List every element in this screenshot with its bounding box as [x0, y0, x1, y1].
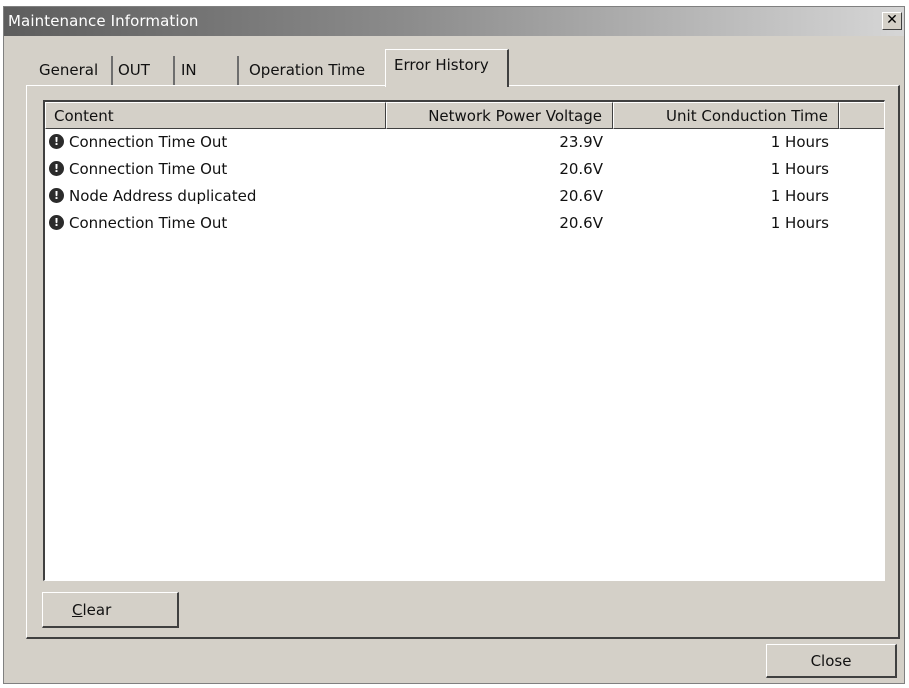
- row-voltage: 20.6V: [559, 187, 603, 205]
- window-title: Maintenance Information: [8, 12, 199, 30]
- table-row[interactable]: ! Node Address duplicated 20.6V 1 Hours: [45, 183, 884, 210]
- error-icon: !: [49, 188, 64, 203]
- error-icon: !: [49, 215, 64, 230]
- tab-error-history[interactable]: Error History: [385, 49, 509, 87]
- error-history-list[interactable]: Content Network Power Voltage Unit Condu…: [43, 100, 885, 581]
- row-conduction-time: 1 Hours: [770, 160, 829, 178]
- row-conduction-time: 1 Hours: [770, 214, 829, 232]
- row-content: Connection Time Out: [69, 214, 228, 232]
- tab-general[interactable]: General: [35, 56, 113, 86]
- maintenance-information-window: Maintenance Information ✕ General OUT IN…: [3, 6, 905, 684]
- clear-mnemonic: C: [72, 601, 83, 619]
- tab-in[interactable]: IN: [175, 56, 239, 86]
- close-button[interactable]: Close: [766, 644, 897, 678]
- column-header-unit-conduction-time[interactable]: Unit Conduction Time: [613, 102, 839, 129]
- error-history-panel: Content Network Power Voltage Unit Condu…: [26, 85, 900, 639]
- error-icon: !: [49, 161, 64, 176]
- list-rows: ! Connection Time Out 23.9V 1 Hours ! Co…: [45, 129, 884, 237]
- row-conduction-time: 1 Hours: [770, 133, 829, 151]
- list-header: Content Network Power Voltage Unit Condu…: [45, 102, 884, 129]
- title-bar[interactable]: Maintenance Information ✕: [4, 7, 904, 36]
- row-content: Connection Time Out: [69, 133, 228, 151]
- row-voltage: 20.6V: [559, 214, 603, 232]
- table-row[interactable]: ! Connection Time Out 23.9V 1 Hours: [45, 129, 884, 156]
- clear-button-label: Clear: [72, 601, 112, 619]
- column-header-filler: [839, 102, 884, 129]
- close-window-icon[interactable]: ✕: [882, 12, 902, 30]
- row-voltage: 20.6V: [559, 160, 603, 178]
- tab-out[interactable]: OUT: [113, 56, 175, 86]
- clear-button[interactable]: Clear: [42, 592, 179, 628]
- tab-strip: General OUT IN Operation Time Error Hist…: [29, 49, 629, 87]
- row-conduction-time: 1 Hours: [770, 187, 829, 205]
- row-content: Connection Time Out: [69, 160, 228, 178]
- column-header-network-power-voltage[interactable]: Network Power Voltage: [386, 102, 613, 129]
- row-voltage: 23.9V: [559, 133, 603, 151]
- tab-operation-time[interactable]: Operation Time: [239, 56, 385, 86]
- table-row[interactable]: ! Connection Time Out 20.6V 1 Hours: [45, 156, 884, 183]
- column-header-content[interactable]: Content: [45, 102, 386, 129]
- error-icon: !: [49, 134, 64, 149]
- table-row[interactable]: ! Connection Time Out 20.6V 1 Hours: [45, 210, 884, 237]
- row-content: Node Address duplicated: [69, 187, 257, 205]
